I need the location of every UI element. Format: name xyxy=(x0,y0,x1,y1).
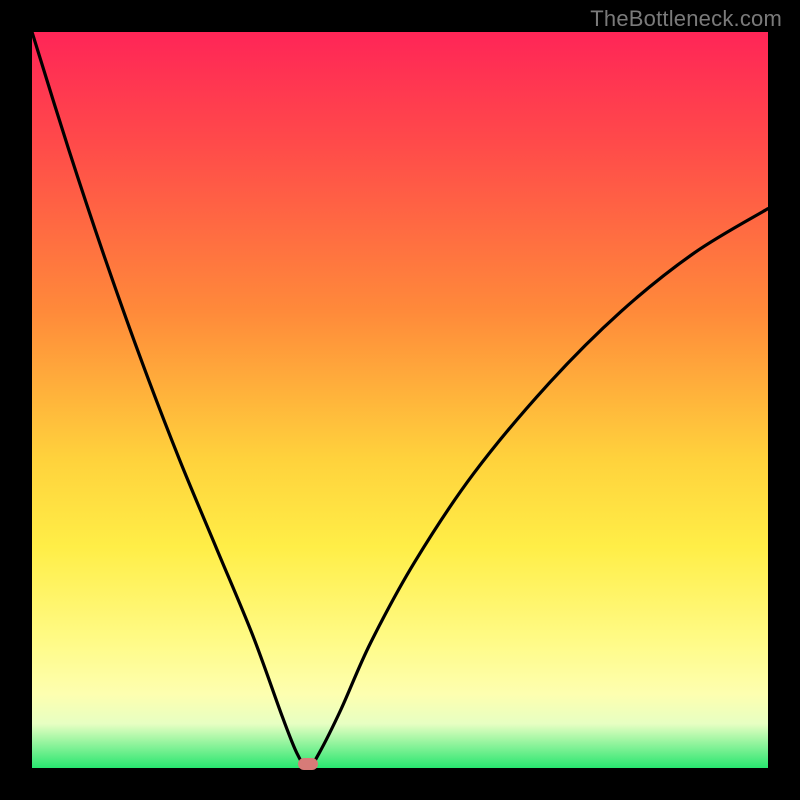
plot-area xyxy=(32,32,768,768)
bottleneck-curve xyxy=(32,32,768,768)
watermark-label: TheBottleneck.com xyxy=(590,6,782,32)
chart-frame: TheBottleneck.com xyxy=(0,0,800,800)
curve-svg xyxy=(32,32,768,768)
min-marker xyxy=(298,758,318,770)
